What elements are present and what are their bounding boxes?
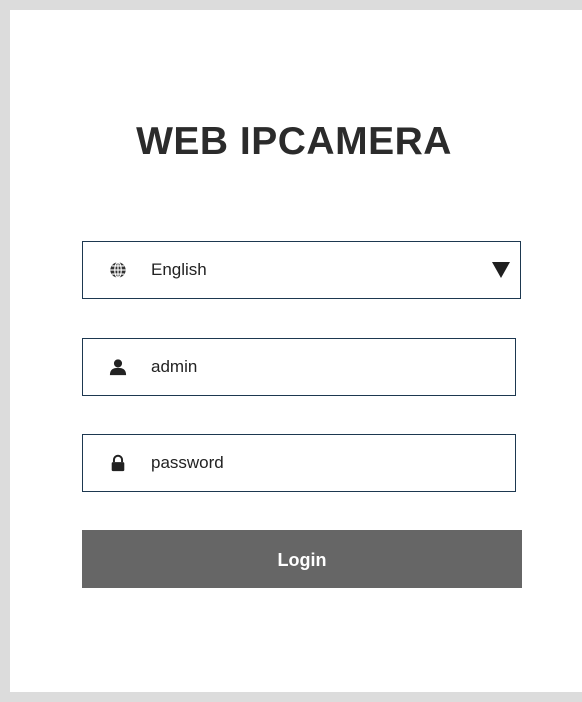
language-select[interactable]: English: [82, 241, 521, 299]
globe-icon: [110, 261, 126, 279]
page-title: WEB IPCAMERA: [136, 120, 452, 163]
login-button[interactable]: Login: [82, 530, 522, 588]
password-value: password: [151, 453, 224, 472]
lock-icon: [111, 454, 125, 472]
chevron-down-icon[interactable]: [492, 262, 510, 278]
username-field[interactable]: admin: [82, 338, 516, 396]
password-field[interactable]: password: [82, 434, 516, 492]
username-value: admin: [151, 357, 198, 376]
language-value: English: [151, 260, 207, 279]
user-icon: [109, 359, 127, 376]
